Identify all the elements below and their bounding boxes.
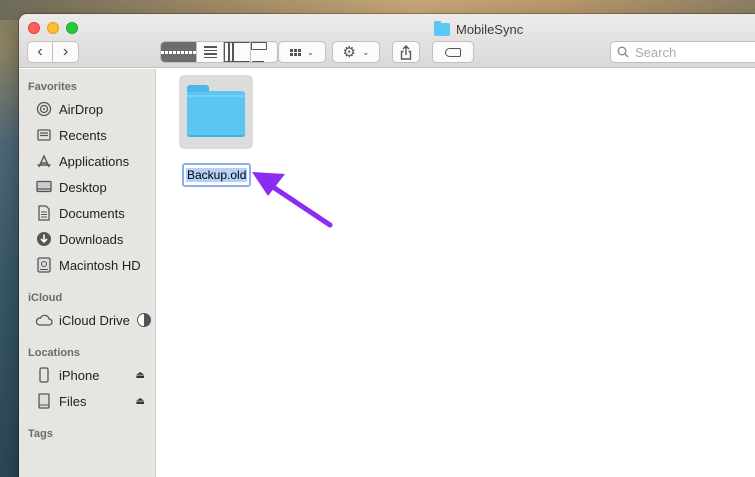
iphone-icon — [35, 366, 53, 384]
gallery-view-button[interactable] — [251, 42, 277, 62]
icon-view-button[interactable] — [161, 42, 197, 62]
sidebar-item-desktop[interactable]: Desktop — [35, 176, 153, 198]
folder-item-selected[interactable] — [179, 75, 253, 149]
sidebar-item-label: iPhone — [59, 367, 100, 383]
desktop-icon — [35, 178, 53, 196]
minimize-button[interactable] — [47, 22, 59, 34]
back-button[interactable]: ‹ — [28, 42, 54, 62]
tags-button[interactable] — [432, 41, 474, 63]
gear-icon: ⚙ — [342, 44, 356, 61]
sync-progress-icon — [137, 313, 151, 327]
sidebar-item-documents[interactable]: Documents — [35, 202, 153, 224]
folder-name-text[interactable]: Backup.old — [186, 168, 248, 182]
share-button[interactable] — [392, 41, 420, 63]
sidebar-item-label: Downloads — [59, 231, 124, 247]
share-icon — [400, 44, 412, 60]
sidebar-section-locations: Locations — [28, 347, 80, 359]
drive-icon — [35, 392, 53, 410]
group-icon — [289, 48, 301, 56]
navigation-buttons: ‹ › — [27, 41, 79, 63]
window-title-text: MobileSync — [456, 21, 524, 37]
column-view-button[interactable] — [224, 42, 251, 62]
search-input[interactable] — [635, 44, 755, 60]
finder-window: MobileSync ‹ › ⌄ ⚙ ⌄ Search Favorites Ai… — [19, 14, 755, 477]
zoom-button[interactable] — [66, 22, 78, 34]
documents-icon — [35, 204, 53, 222]
airdrop-icon — [35, 100, 53, 118]
sidebar-item-label: AirDrop — [59, 101, 104, 117]
cloud-icon — [35, 311, 53, 329]
eject-icon[interactable]: ⏏ — [136, 370, 145, 381]
sidebar-section-favorites: Favorites — [28, 81, 77, 93]
file-browser-content: Backup.old — [157, 69, 755, 477]
applications-icon — [35, 152, 53, 170]
view-mode-control — [160, 41, 278, 63]
downloads-icon — [35, 230, 53, 248]
sidebar-item-macintosh-hd[interactable]: Macintosh HD — [35, 254, 153, 276]
sidebar-item-label: Macintosh HD — [59, 257, 141, 273]
sidebar-item-files[interactable]: Files ⏏ — [35, 390, 153, 412]
sidebar-item-label: Documents — [59, 205, 125, 221]
tag-icon — [445, 47, 461, 57]
list-icon — [197, 42, 223, 62]
forward-button[interactable]: › — [53, 42, 78, 62]
sidebar-item-label: Recents — [59, 127, 107, 143]
titlebar: MobileSync ‹ › ⌄ ⚙ ⌄ — [19, 14, 755, 68]
chevron-down-icon: ⌄ — [361, 46, 370, 57]
close-button[interactable] — [28, 22, 40, 34]
folder-icon — [187, 85, 245, 137]
search-field[interactable] — [610, 41, 755, 63]
columns-icon — [224, 42, 250, 62]
sidebar-item-label: Files — [59, 393, 87, 409]
sidebar: Favorites AirDrop Recents Applications D… — [19, 69, 156, 477]
search-icon — [617, 46, 629, 58]
icon-grid-icon — [161, 42, 196, 62]
sidebar-item-applications[interactable]: Applications — [35, 150, 153, 172]
window-title: MobileSync — [434, 20, 523, 38]
recents-icon — [35, 126, 53, 144]
chevron-down-icon: ⌄ — [306, 46, 315, 57]
folder-icon — [434, 20, 450, 36]
sidebar-item-icloud-drive[interactable]: iCloud Drive — [35, 309, 153, 331]
rename-field[interactable]: Backup.old — [182, 163, 252, 187]
sidebar-item-label: iCloud Drive — [59, 312, 130, 328]
list-view-button[interactable] — [197, 42, 224, 62]
action-menu-button[interactable]: ⚙ ⌄ — [332, 41, 380, 63]
sidebar-item-label: Desktop — [59, 179, 107, 195]
sidebar-item-label: Applications — [59, 153, 130, 169]
eject-icon[interactable]: ⏏ — [136, 396, 145, 407]
sidebar-item-iphone[interactable]: iPhone ⏏ — [35, 364, 153, 386]
sidebar-item-airdrop[interactable]: AirDrop — [35, 98, 153, 120]
hard-drive-icon — [35, 256, 53, 274]
gallery-icon — [251, 42, 277, 62]
sidebar-item-recents[interactable]: Recents — [35, 124, 153, 146]
group-by-button[interactable]: ⌄ — [278, 41, 326, 63]
sidebar-item-downloads[interactable]: Downloads — [35, 228, 153, 250]
sidebar-section-tags: Tags — [28, 428, 53, 440]
sidebar-section-icloud: iCloud — [28, 292, 63, 304]
